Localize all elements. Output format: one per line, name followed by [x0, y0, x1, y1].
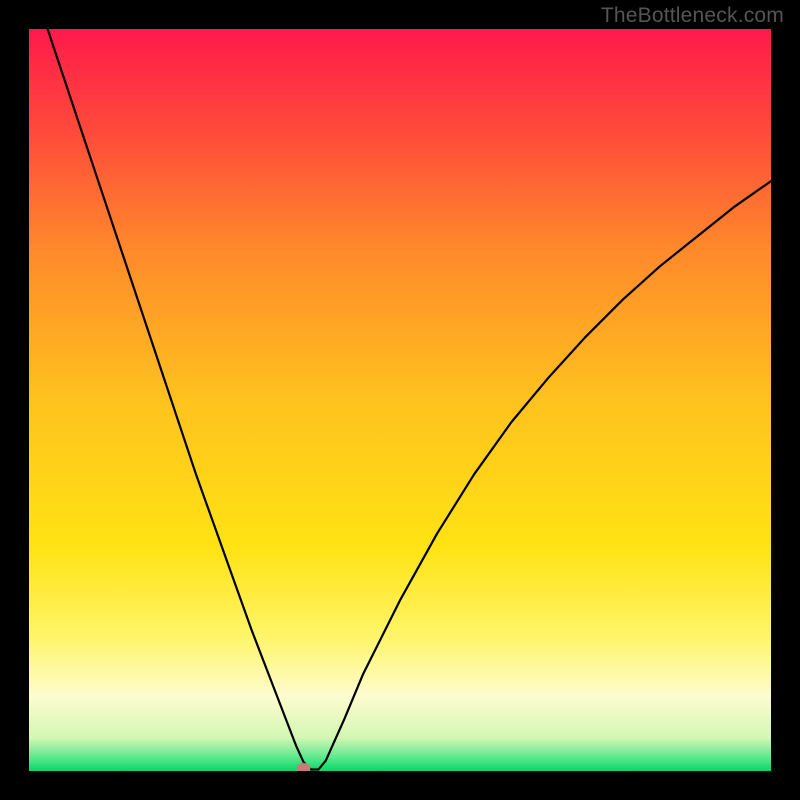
watermark-text: TheBottleneck.com — [601, 4, 784, 28]
chart-frame: TheBottleneck.com — [0, 0, 800, 800]
chart-background — [29, 29, 771, 771]
chart-plot-area — [29, 29, 771, 771]
chart-svg — [29, 29, 771, 771]
